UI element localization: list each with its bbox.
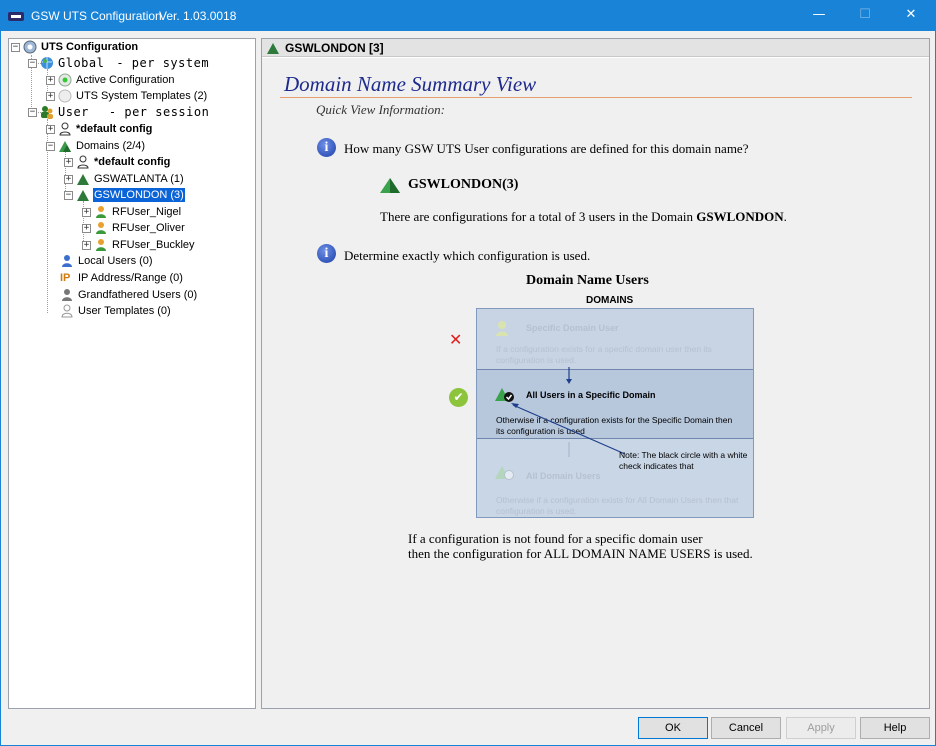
page-title: Domain Name Summary View: [284, 72, 537, 96]
tree-user-nigel[interactable]: + RFUser_Nigel: [82, 204, 182, 220]
template-icon: [58, 89, 72, 103]
config-tree[interactable]: − UTS Configuration − Global - per syste…: [8, 38, 256, 709]
expand-toggle[interactable]: +: [46, 91, 55, 101]
check-circle-icon: ✔: [449, 388, 468, 407]
apply-button[interactable]: Apply: [786, 717, 856, 739]
tree-active-configuration[interactable]: + Active Configuration: [46, 72, 175, 88]
uts-config-icon: [23, 40, 37, 54]
maximize-button: ☐: [859, 7, 871, 22]
title-divider: [280, 97, 912, 98]
grandfathered-user-icon: [60, 288, 74, 302]
tree-domains[interactable]: − Domains (2/4): [46, 138, 146, 154]
user-outline-icon: [58, 122, 72, 136]
tree-user-oliver[interactable]: + RFUser_Oliver: [82, 220, 186, 236]
tree-ip-range[interactable]: IP IP Address/Range (0): [60, 270, 184, 286]
expand-toggle[interactable]: +: [46, 124, 55, 134]
tree-grandfathered-users[interactable]: Grandfathered Users (0): [60, 287, 198, 303]
window-version: Ver. 1.03.0018: [159, 9, 237, 23]
diagram-title: Domain Name Users: [526, 273, 649, 288]
tree-user-buckley[interactable]: + RFUser_Buckley: [82, 237, 196, 253]
question-1: How many GSW UTS User configurations are…: [344, 141, 749, 156]
x-mark-icon: ✕: [449, 330, 463, 349]
users-group-icon: [40, 105, 54, 119]
expand-toggle[interactable]: +: [64, 157, 73, 167]
tree-domain-default-config[interactable]: + *default config: [64, 154, 171, 170]
user-icon: [94, 205, 108, 219]
ip-icon: IP: [60, 272, 71, 284]
expand-toggle[interactable]: +: [82, 223, 91, 233]
window-title: GSW UTS Configuration: [31, 9, 162, 23]
app-icon: [8, 12, 24, 21]
summary-view: Domain Name Summary View Quick View Info…: [262, 58, 929, 708]
tree-user-templates[interactable]: User Templates (0): [60, 303, 172, 319]
content-panel: GSWLONDON [3] Domain Name Summary View Q…: [261, 38, 930, 709]
total-users-text: There are configurations for a total of …: [380, 209, 787, 224]
collapse-toggle[interactable]: −: [11, 42, 20, 52]
mountain-icon: [266, 41, 280, 58]
expand-toggle[interactable]: +: [82, 240, 91, 250]
info-icon: i: [317, 244, 336, 263]
domains-icon: [58, 139, 72, 153]
domain-mountain-icon: [379, 176, 401, 197]
tree-default-config[interactable]: + *default config: [46, 121, 153, 137]
domain-icon-faded: [494, 464, 516, 483]
app-window: GSW UTS Configuration Ver. 1.03.0018 — ☐…: [0, 0, 936, 746]
help-button[interactable]: Help: [860, 717, 930, 739]
tree-global[interactable]: − Global - per system: [28, 55, 210, 71]
radio-config-icon: [58, 73, 72, 87]
globe-icon: [40, 56, 54, 70]
expand-toggle[interactable]: +: [46, 75, 55, 85]
diagram-subtitle: DOMAINS: [586, 295, 634, 306]
expand-toggle[interactable]: +: [82, 207, 91, 217]
ok-button[interactable]: OK: [638, 717, 708, 739]
tree-system-templates[interactable]: + UTS System Templates (2): [46, 88, 208, 104]
collapse-toggle[interactable]: −: [28, 107, 37, 117]
close-button[interactable]: ✕: [888, 1, 934, 31]
info-icon: i: [317, 138, 336, 157]
tree-user[interactable]: − User - per session: [28, 104, 210, 120]
user-outline-icon: [76, 155, 90, 169]
tree-domain-gswatlanta[interactable]: + GSWATLANTA (1): [64, 171, 185, 187]
question-2: Determine exactly which configuration is…: [344, 248, 591, 263]
cancel-button[interactable]: Cancel: [711, 717, 781, 739]
tree-root[interactable]: − UTS Configuration: [11, 39, 139, 55]
template-user-icon: [60, 304, 74, 318]
domain-users-diagram: Specific Domain User If a configuration …: [476, 308, 754, 518]
user-icon: [94, 221, 108, 235]
collapse-toggle[interactable]: −: [28, 58, 37, 68]
expand-toggle[interactable]: +: [64, 174, 73, 184]
minimize-button[interactable]: —: [796, 1, 842, 31]
mountain-icon: [76, 188, 90, 202]
collapse-toggle[interactable]: −: [46, 141, 55, 151]
collapse-toggle[interactable]: −: [64, 190, 73, 200]
fallback-explanation: If a configuration is not found for a sp…: [408, 531, 753, 561]
mountain-icon: [76, 172, 90, 186]
tree-local-users[interactable]: Local Users (0): [60, 253, 154, 269]
diagram-section-all-domain-users: All Domain Users Otherwise if a configur…: [477, 440, 753, 517]
title-bar[interactable]: GSW UTS Configuration Ver. 1.03.0018 — ☐…: [1, 1, 935, 31]
content-header-title: GSWLONDON [3]: [285, 41, 384, 55]
user-icon: [94, 238, 108, 252]
tree-domain-gswlondon[interactable]: − GSWLONDON (3): [64, 187, 186, 203]
domain-name: GSWLONDON(3): [408, 177, 519, 192]
local-user-icon: [60, 254, 74, 268]
content-header: GSWLONDON [3]: [262, 39, 929, 57]
quick-view-label: Quick View Information:: [316, 102, 446, 117]
